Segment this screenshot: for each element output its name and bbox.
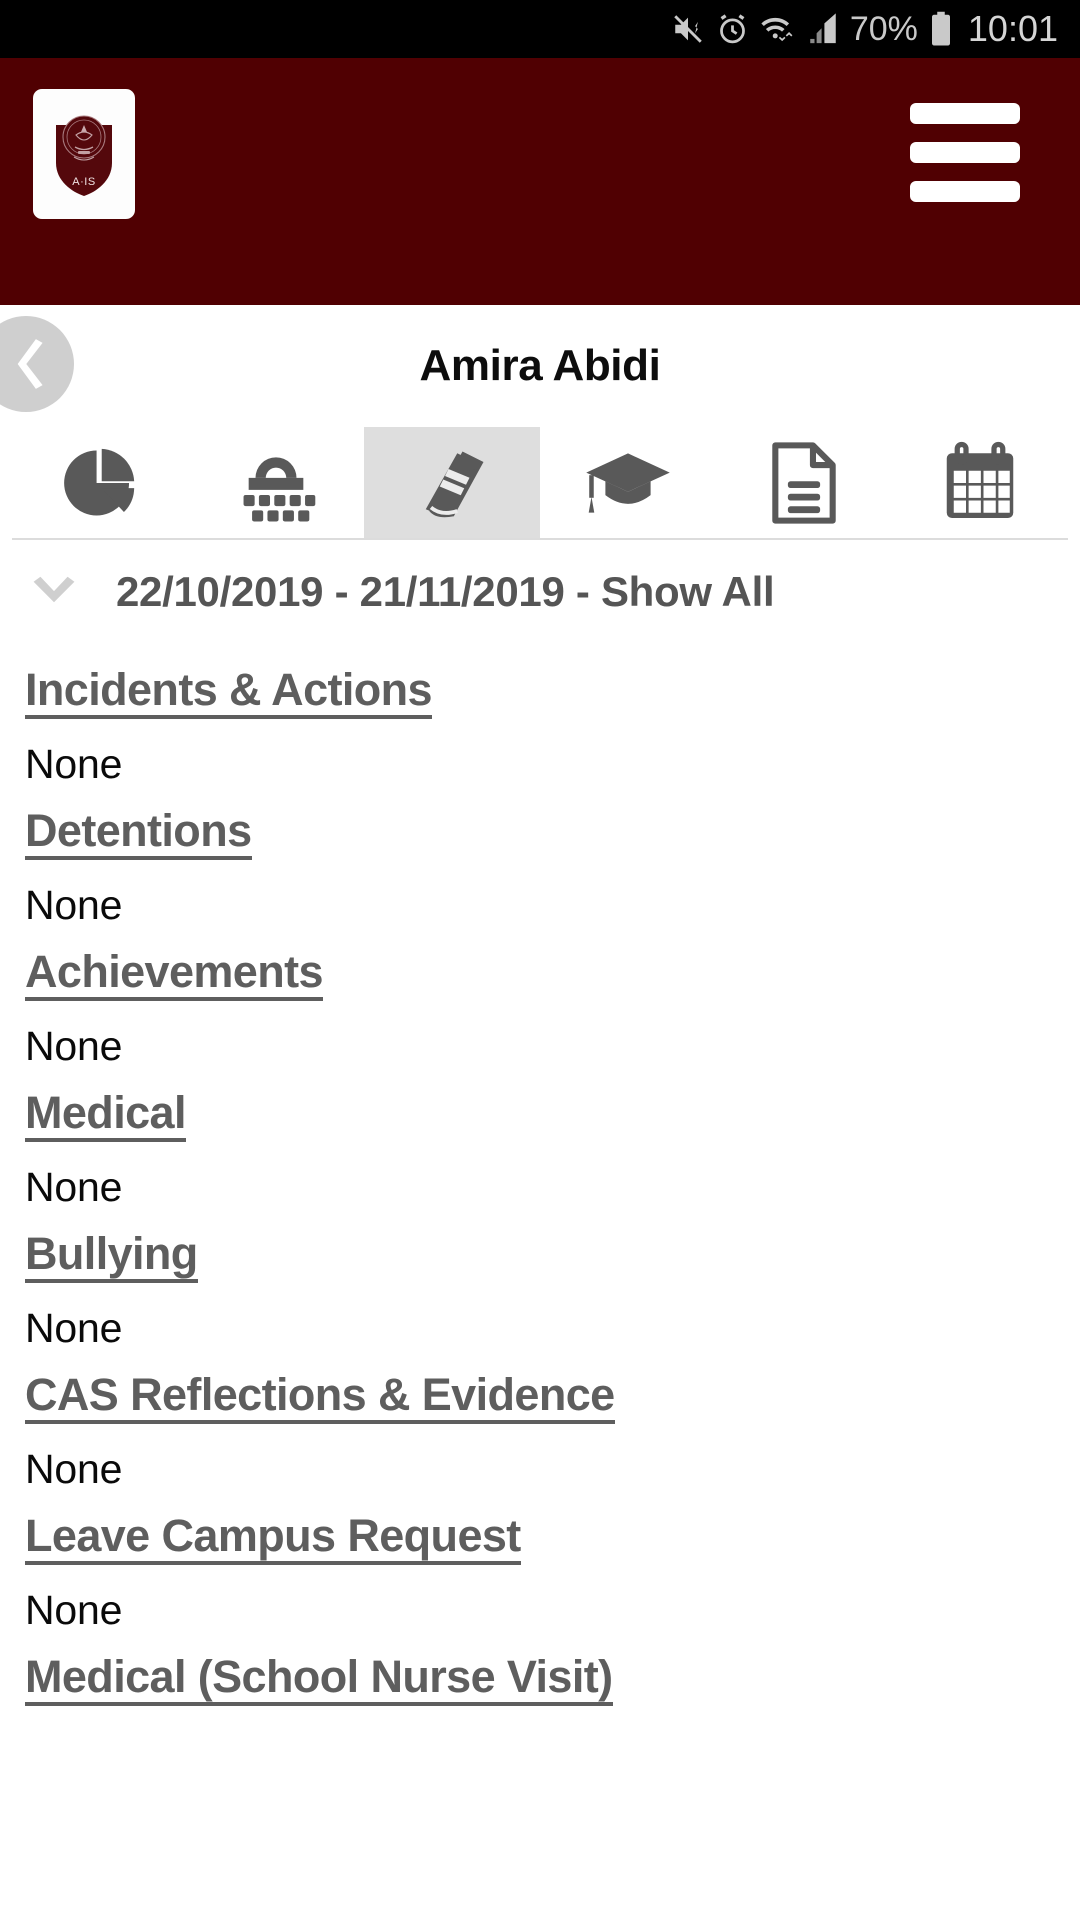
- clock-time: 10:01: [967, 8, 1058, 49]
- svg-text:A·IS: A·IS: [72, 176, 95, 188]
- app-logo[interactable]: A·IS: [33, 89, 135, 219]
- pie-chart-icon: [59, 442, 141, 524]
- behaviour-sections-list: Incidents & Actions None Detentions None…: [0, 644, 1080, 1706]
- section-bullying: Bullying None: [25, 1208, 1080, 1349]
- section-medical-school-nurse-visit: Medical (School Nurse Visit): [25, 1631, 1080, 1706]
- tab-attendance[interactable]: [188, 427, 364, 538]
- date-range-label: 22/10/2019 - 21/11/2019 - Show All: [116, 568, 775, 615]
- tab-academic[interactable]: [540, 427, 716, 538]
- section-leave-campus-request: Leave Campus Request None: [25, 1490, 1080, 1631]
- section-value: None: [25, 741, 123, 787]
- document-icon: [768, 440, 840, 526]
- section-detentions: Detentions None: [25, 785, 1080, 926]
- tab-timetable[interactable]: [892, 427, 1068, 538]
- section-header[interactable]: Achievements: [25, 949, 324, 1001]
- section-header[interactable]: Incidents & Actions: [25, 667, 433, 719]
- section-header[interactable]: Medical (School Nurse Visit): [25, 1654, 613, 1706]
- tab-summary[interactable]: [12, 427, 188, 538]
- date-range-filter[interactable]: 22/10/2019 - 21/11/2019 - Show All: [0, 540, 1080, 644]
- section-value: None: [25, 1164, 123, 1210]
- section-value: None: [25, 1023, 123, 1069]
- calendar-icon: [940, 441, 1020, 525]
- graduation-cap-icon: [582, 443, 674, 523]
- section-incidents-actions: Incidents & Actions None: [25, 644, 1080, 785]
- battery-icon: [929, 11, 953, 47]
- section-header[interactable]: Medical: [25, 1090, 186, 1142]
- hamburger-menu-button[interactable]: [910, 103, 1020, 202]
- battery-percent: 70%: [849, 10, 918, 48]
- section-header[interactable]: CAS Reflections & Evidence: [25, 1372, 615, 1424]
- section-value: None: [25, 1446, 123, 1492]
- tab-behaviour[interactable]: [364, 427, 540, 538]
- hamburger-bar-top: [910, 103, 1020, 124]
- chevron-down-icon[interactable]: [28, 575, 80, 609]
- alarm-clock-icon: [716, 13, 749, 46]
- mute-vibrate-icon: [671, 12, 705, 46]
- section-medical: Medical None: [25, 1067, 1080, 1208]
- school-crest-icon: A·IS: [56, 115, 112, 196]
- section-cas-reflections-evidence: CAS Reflections & Evidence None: [25, 1349, 1080, 1490]
- wifi-icon: [760, 12, 796, 46]
- section-achievements: Achievements None: [25, 926, 1080, 1067]
- book-icon: [410, 441, 494, 525]
- section-value: None: [25, 1587, 123, 1633]
- app-header: A·IS: [0, 58, 1080, 305]
- abacus-icon: [233, 442, 319, 524]
- signal-bars-icon: [807, 12, 839, 46]
- hamburger-bar-bottom: [910, 181, 1020, 202]
- page-title: Amira Abidi: [419, 341, 661, 390]
- back-button[interactable]: [0, 316, 74, 412]
- section-value: None: [25, 882, 123, 928]
- tab-reports[interactable]: [716, 427, 892, 538]
- section-header[interactable]: Detentions: [25, 808, 252, 860]
- tab-bar: [12, 427, 1068, 540]
- chevron-left-icon: [17, 339, 43, 389]
- section-header[interactable]: Bullying: [25, 1231, 198, 1283]
- page-title-bar: Amira Abidi: [0, 305, 1080, 427]
- status-bar: 70% 10:01: [0, 0, 1080, 58]
- hamburger-bar-middle: [910, 142, 1020, 163]
- section-header[interactable]: Leave Campus Request: [25, 1513, 521, 1565]
- section-value: None: [25, 1305, 123, 1351]
